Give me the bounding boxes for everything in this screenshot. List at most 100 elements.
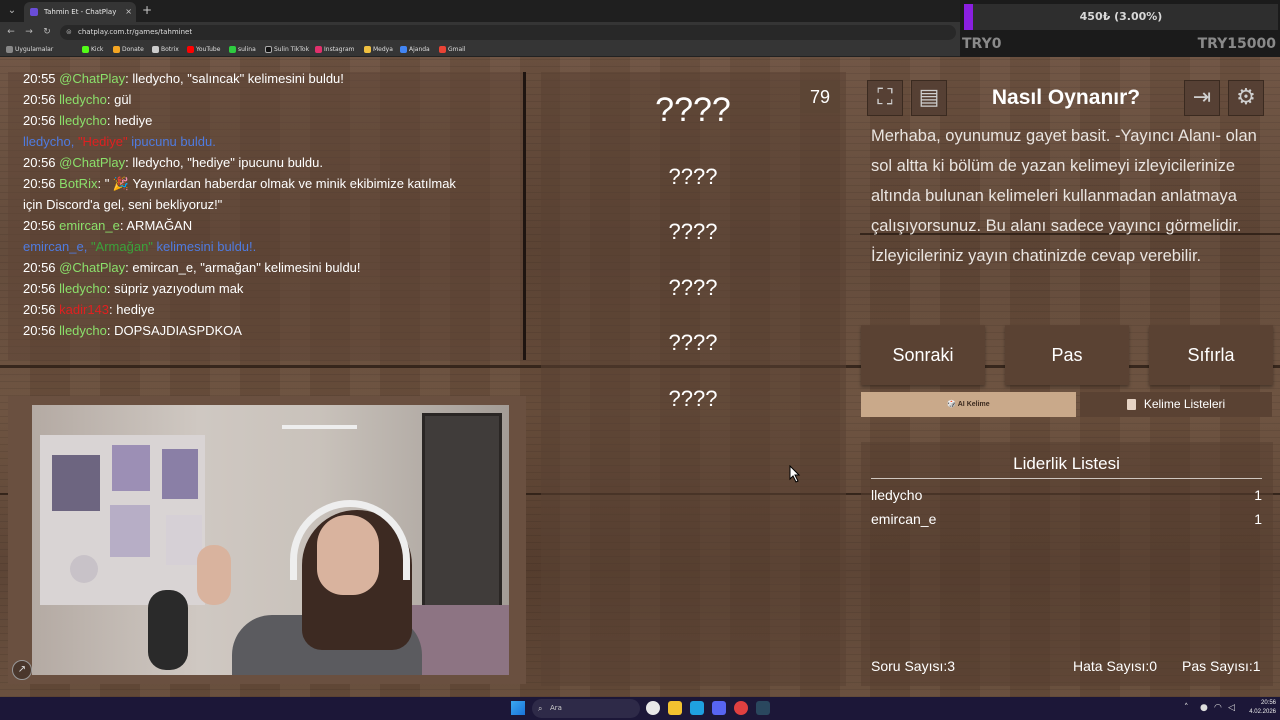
tab-close-icon[interactable]: × — [125, 2, 132, 22]
hidden-forbidden-word: ???? — [668, 275, 718, 300]
url-text: chatplay.com.tr/games/tahminet — [78, 28, 193, 36]
tab-search-icon[interactable]: ⌄ — [4, 3, 20, 19]
chat-message-continued: için Discord'a gel, seni bekliyoruz!" — [23, 197, 223, 212]
back-icon[interactable]: ← — [4, 25, 18, 39]
instagram-icon — [315, 46, 322, 53]
donate-icon — [113, 46, 120, 53]
next-button[interactable]: Sonraki — [861, 325, 985, 385]
reset-button[interactable]: Sıfırla — [1149, 325, 1273, 385]
chrome-icon[interactable] — [646, 701, 660, 715]
bookmark-item[interactable]: Sulin TikTok — [265, 44, 309, 55]
how-to-play-title: Nasıl Oynanır? — [991, 86, 1141, 109]
leader-name: lledycho — [871, 487, 923, 503]
botrix-icon — [152, 46, 159, 53]
word-lists-button[interactable]: Kelime Listeleri — [1080, 392, 1272, 417]
youtube-icon — [187, 46, 194, 53]
browser-tab[interactable]: Tahmin Et - ChatPlay × — [24, 2, 136, 22]
chat-message: 20:55 @ChatPlay: lledycho, "salıncak" ke… — [23, 72, 344, 86]
ai-word-button[interactable]: 🎲 AI Kelime — [861, 392, 1076, 417]
chatplay-favicon-icon — [30, 8, 38, 16]
new-tab-icon[interactable]: + — [142, 2, 152, 18]
mouse-cursor-icon — [789, 465, 801, 483]
donation-min-label: TRY0 — [962, 36, 1002, 52]
address-bar[interactable]: ⊜ chatplay.com.tr/games/tahminet — [60, 25, 956, 40]
document-icon — [1126, 399, 1136, 411]
chat-message: 20:56 emircan_e: ARMAĞAN — [23, 218, 193, 233]
wifi-icon[interactable]: ◠ — [1214, 701, 1222, 715]
taskbar-search[interactable]: ⌕ Ara — [532, 699, 640, 718]
chat-system-message: emircan_e, "Armağan" kelimesini buldu!. — [23, 239, 257, 254]
leaderboard-row: emircan_e 1 — [871, 508, 1262, 530]
bookmark-item[interactable]: Gmail — [439, 44, 466, 55]
hidden-target-word: ???? — [655, 91, 731, 129]
countdown-timer: 79 — [800, 81, 840, 113]
bookmarks-bar: Uygulamalar Kick Donate Botrix YouTube s… — [0, 42, 960, 57]
error-count: Hata Sayısı:0 — [1073, 658, 1158, 674]
chat-panel[interactable]: 20:55 @ChatPlay: lledycho, "salıncak" ke… — [8, 72, 526, 360]
hidden-forbidden-word: ???? — [668, 164, 718, 189]
bookmark-item[interactable]: Kick — [82, 44, 103, 55]
chat-message: 20:56 kadir143: hediye — [23, 302, 155, 317]
bookmark-item[interactable]: Medya — [364, 44, 393, 55]
forward-icon[interactable]: → — [22, 25, 36, 39]
gmail-icon — [439, 46, 446, 53]
chat-message: 20:56 lledycho: hediye — [23, 113, 153, 128]
file-explorer-icon[interactable] — [668, 701, 682, 715]
steam-icon[interactable] — [756, 701, 770, 715]
donation-max-label: TRY15000 — [1197, 36, 1276, 52]
pass-button[interactable]: Pas — [1005, 325, 1129, 385]
taskbar: ⌕ Ara ˄ ● ◠ ◁ 20:56 4.02.2026 — [0, 697, 1280, 720]
calendar-icon — [400, 46, 407, 53]
leader-score: 1 — [1254, 487, 1262, 503]
volume-icon[interactable]: ◁ — [1228, 701, 1235, 715]
headphones-icon — [290, 500, 410, 580]
address-row: ← → ↻ ⊜ chatplay.com.tr/games/tahminet — [0, 22, 960, 42]
chat-message: 20:56 lledycho: gül — [23, 92, 132, 107]
edge-icon[interactable] — [690, 701, 704, 715]
sulina-icon — [229, 46, 236, 53]
leaderboard-title: Liderlik Listesi — [871, 452, 1262, 479]
tiktok-icon — [265, 46, 272, 53]
kick-icon — [82, 46, 89, 53]
chat-message: 20:56 @ChatPlay: emircan_e, "armağan" ke… — [23, 260, 361, 275]
bookmark-item[interactable]: Ajanda — [400, 44, 430, 55]
chat-message: 20:56 lledycho: DOPSAJDIASPDKOA — [23, 323, 242, 338]
exit-icon[interactable]: ⇥ — [1184, 80, 1220, 116]
gear-icon[interactable]: ⚙ — [1228, 80, 1264, 116]
bookmark-item[interactable]: sulina — [229, 44, 256, 55]
reload-icon[interactable]: ↻ — [40, 25, 54, 39]
leaderboard-row: lledycho 1 — [871, 484, 1262, 506]
chat-message: 20:56 @ChatPlay: lledycho, "hediye" ipuc… — [23, 155, 323, 170]
pass-count: Pas Sayısı:1 — [1182, 658, 1261, 674]
discord-icon[interactable] — [712, 701, 726, 715]
donation-amount: 450₺ (3.00%) — [1079, 10, 1163, 23]
leader-name: emircan_e — [871, 511, 937, 527]
bookmark-item[interactable]: Instagram — [315, 44, 355, 55]
hidden-forbidden-word: ???? — [668, 330, 718, 355]
question-count: Soru Sayısı:3 — [871, 658, 956, 674]
donation-goal: 450₺ (3.00%) TRY0 TRY15000 — [960, 0, 1280, 57]
notes-icon[interactable]: ▤ — [911, 80, 947, 116]
bookmark-item[interactable]: YouTube — [187, 44, 220, 55]
tab-title: Tahmin Et - ChatPlay — [44, 8, 117, 16]
fullscreen-icon[interactable]: ⛶ — [867, 80, 903, 116]
site-info-icon[interactable]: ⊜ — [66, 25, 72, 40]
donation-progress-bar: 450₺ (3.00%) — [964, 4, 1278, 30]
webcam-poster-board — [40, 435, 205, 605]
expand-icon[interactable]: ↗ — [12, 660, 32, 680]
leader-score: 1 — [1254, 511, 1262, 527]
webcam-video — [32, 405, 509, 675]
windows-start-icon[interactable] — [511, 701, 525, 715]
tray-clock[interactable]: 20:56 4.02.2026 — [1244, 699, 1276, 717]
chat-message: 20:56 BotRix: " 🎉 Yayınlardan haberdar o… — [23, 176, 456, 191]
bookmark-item[interactable]: Donate — [113, 44, 144, 55]
microphone-icon[interactable]: ● — [1200, 701, 1208, 715]
webcam-window — [422, 413, 502, 633]
folder-icon — [364, 46, 371, 53]
browser-tab-strip: ⌄ Tahmin Et - ChatPlay × + — [0, 0, 960, 22]
bookmark-item[interactable]: Uygulamalar — [6, 44, 53, 55]
tray-chevron-icon[interactable]: ˄ — [1184, 701, 1189, 715]
how-to-play-text: Merhaba, oyunumuz gayet basit. -Yayıncı … — [871, 127, 1257, 265]
obs-icon[interactable] — [734, 701, 748, 715]
bookmark-item[interactable]: Botrix — [152, 44, 179, 55]
